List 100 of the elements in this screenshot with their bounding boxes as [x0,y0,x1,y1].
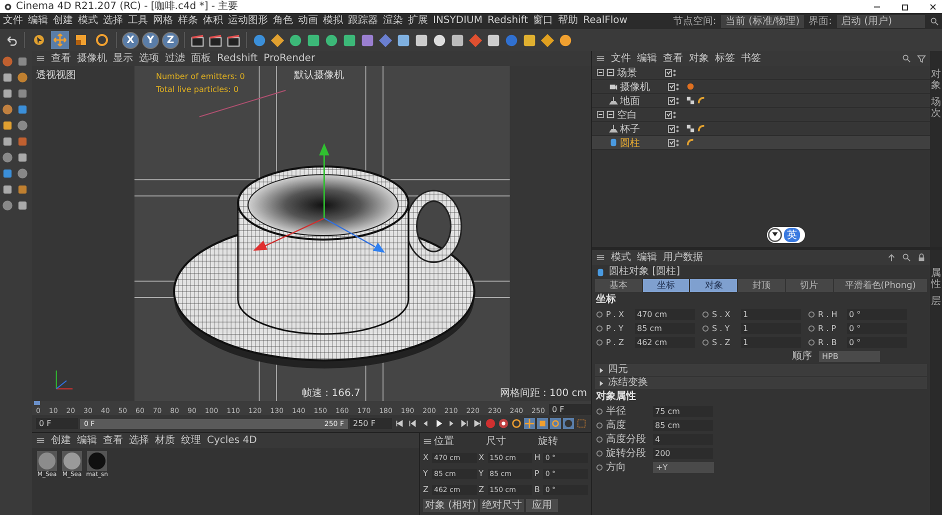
current-frame-field[interactable]: 0 F [549,404,591,415]
rotate-tool-button[interactable] [93,31,111,49]
keyframe-dot-icon[interactable] [596,310,603,318]
material-menu-item[interactable]: 选择 [129,434,149,448]
auto-key-icon[interactable] [498,418,509,429]
material-menu-item[interactable]: 材质 [155,434,175,448]
clapperboard-icon[interactable] [208,32,223,48]
tool-circle-icon[interactable] [16,71,29,84]
apply-button[interactable]: 应用 [526,499,558,512]
keyframe-dot-icon[interactable] [596,324,603,332]
number-field[interactable]: 0 ° [847,308,907,320]
visibility-dots-icon[interactable] [668,96,680,106]
attribute-tab[interactable]: 封顶 [738,279,785,292]
tool-square-icon[interactable] [16,199,29,212]
side-tab[interactable]: 场次 [931,97,941,119]
object-menu-item[interactable]: 对象 [689,52,709,66]
collapsible-section[interactable]: 四元 [595,364,927,376]
number-field[interactable]: 1 [741,308,801,320]
menu-item[interactable]: Redshift [487,14,528,28]
viewport-menu-item[interactable]: 面板 [191,52,211,66]
start-frame-field[interactable]: 0 F [36,418,78,429]
next-key-icon[interactable] [459,418,470,429]
tool-circle-icon[interactable] [1,199,14,212]
object-row[interactable]: 场景 [592,66,930,80]
menu-item[interactable]: 跟踪器 [348,14,378,28]
keyframe-dot-icon[interactable] [702,310,709,318]
keyframe-dot-icon[interactable] [596,338,603,346]
menu-item[interactable]: 窗口 [533,14,554,28]
tool-square-icon[interactable] [16,183,29,196]
checker-tag-icon[interactable] [686,96,695,105]
menu-item[interactable]: 编辑 [28,14,48,28]
menu-item[interactable]: 选择 [103,14,123,28]
attribute-tab[interactable]: 切片 [786,279,833,292]
number-field[interactable]: 200 [653,448,713,458]
side-tab[interactable]: 层 [931,296,941,307]
go-to-end-icon[interactable] [472,418,483,429]
menu-icon[interactable] [36,54,45,63]
lock-icon[interactable] [917,253,926,262]
axis-lock-button[interactable]: X [122,32,139,48]
attribute-menu-item[interactable]: 模式 [611,250,631,264]
menu-item[interactable]: 角色 [273,14,293,28]
phong-tag-icon[interactable] [686,138,695,147]
object-row[interactable]: 摄像机 [592,80,930,94]
attribute-menu-item[interactable]: 用户数据 [663,250,703,264]
up-arrow-icon[interactable] [887,253,896,262]
axis-gizmo[interactable] [253,143,386,253]
tool-square-icon[interactable] [1,119,14,132]
visibility-dots-icon[interactable] [665,110,677,120]
collapse-icon[interactable] [597,69,604,76]
layout-dropdown[interactable]: 启动 (用户) [837,14,925,28]
menu-icon[interactable] [36,436,45,445]
tool-circle-icon[interactable] [16,119,29,132]
keyframe-dot-icon[interactable] [596,436,603,442]
visibility-dots-icon[interactable] [668,138,680,148]
node-space-dropdown[interactable]: 当前 (标准/物理) [721,14,804,28]
visibility-dots-icon[interactable] [665,68,677,78]
number-field[interactable]: 75 cm [653,406,713,416]
number-field[interactable]: 85 cm [635,322,695,334]
visibility-dots-icon[interactable] [668,82,680,92]
menu-item[interactable]: 模式 [78,14,98,28]
number-field[interactable]: 0 ° [847,322,907,334]
object-menu-item[interactable]: 文件 [611,52,631,66]
menu-item[interactable]: 运动图形 [228,14,268,28]
number-field[interactable]: 462 cm [635,336,695,348]
tool-square-icon[interactable] [16,87,29,100]
keyframe-dot-icon[interactable] [808,324,815,332]
material-menu-item[interactable]: 查看 [103,434,123,448]
material-menu-item[interactable]: Cycles 4D [207,434,257,448]
tool-circle-icon[interactable] [1,103,14,116]
axis-lock-button[interactable]: Z [162,32,179,48]
menu-item[interactable]: 扩展 [408,14,428,28]
attribute-tab[interactable]: 平滑着色(Phong) [834,279,928,292]
side-tab[interactable]: 属性 [931,268,941,290]
menu-item[interactable]: 创建 [53,14,73,28]
keyframe-dot-icon[interactable] [808,310,815,318]
viewport-menu-item[interactable]: 显示 [113,52,133,66]
object-menu-item[interactable]: 编辑 [637,52,657,66]
keyframe-dot-icon[interactable] [596,464,603,470]
object-menu-item[interactable]: 查看 [663,52,683,66]
object-menu-item[interactable]: 书签 [741,52,761,66]
side-tab[interactable]: 对象 [931,69,941,91]
keyframe-dot-icon[interactable] [702,338,709,346]
keyframe-dot-icon[interactable] [596,450,603,456]
viewport-menu-item[interactable]: 过滤 [165,52,185,66]
tool-circle-icon[interactable] [1,55,14,68]
axis-lock-button[interactable]: Y [142,32,159,48]
phong-tag-icon[interactable] [697,124,706,133]
menu-item[interactable]: 网格 [153,14,173,28]
number-field[interactable]: 85 cm [653,420,713,430]
object-row[interactable]: 地面 [592,94,930,108]
object-row[interactable]: 圆柱 [592,136,930,150]
search-icon[interactable] [902,54,911,63]
dots-grid-icon[interactable] [576,418,587,429]
coffee-cup-drawing[interactable] [173,165,476,369]
viewport-menu-item[interactable]: 摄像机 [77,52,107,66]
tool-square-icon[interactable] [1,167,14,180]
tool-square-icon[interactable] [1,87,14,100]
clapperboard-icon[interactable] [190,32,205,48]
viewport-menu-item[interactable]: 查看 [51,52,71,66]
menu-item[interactable]: 样条 [178,14,198,28]
